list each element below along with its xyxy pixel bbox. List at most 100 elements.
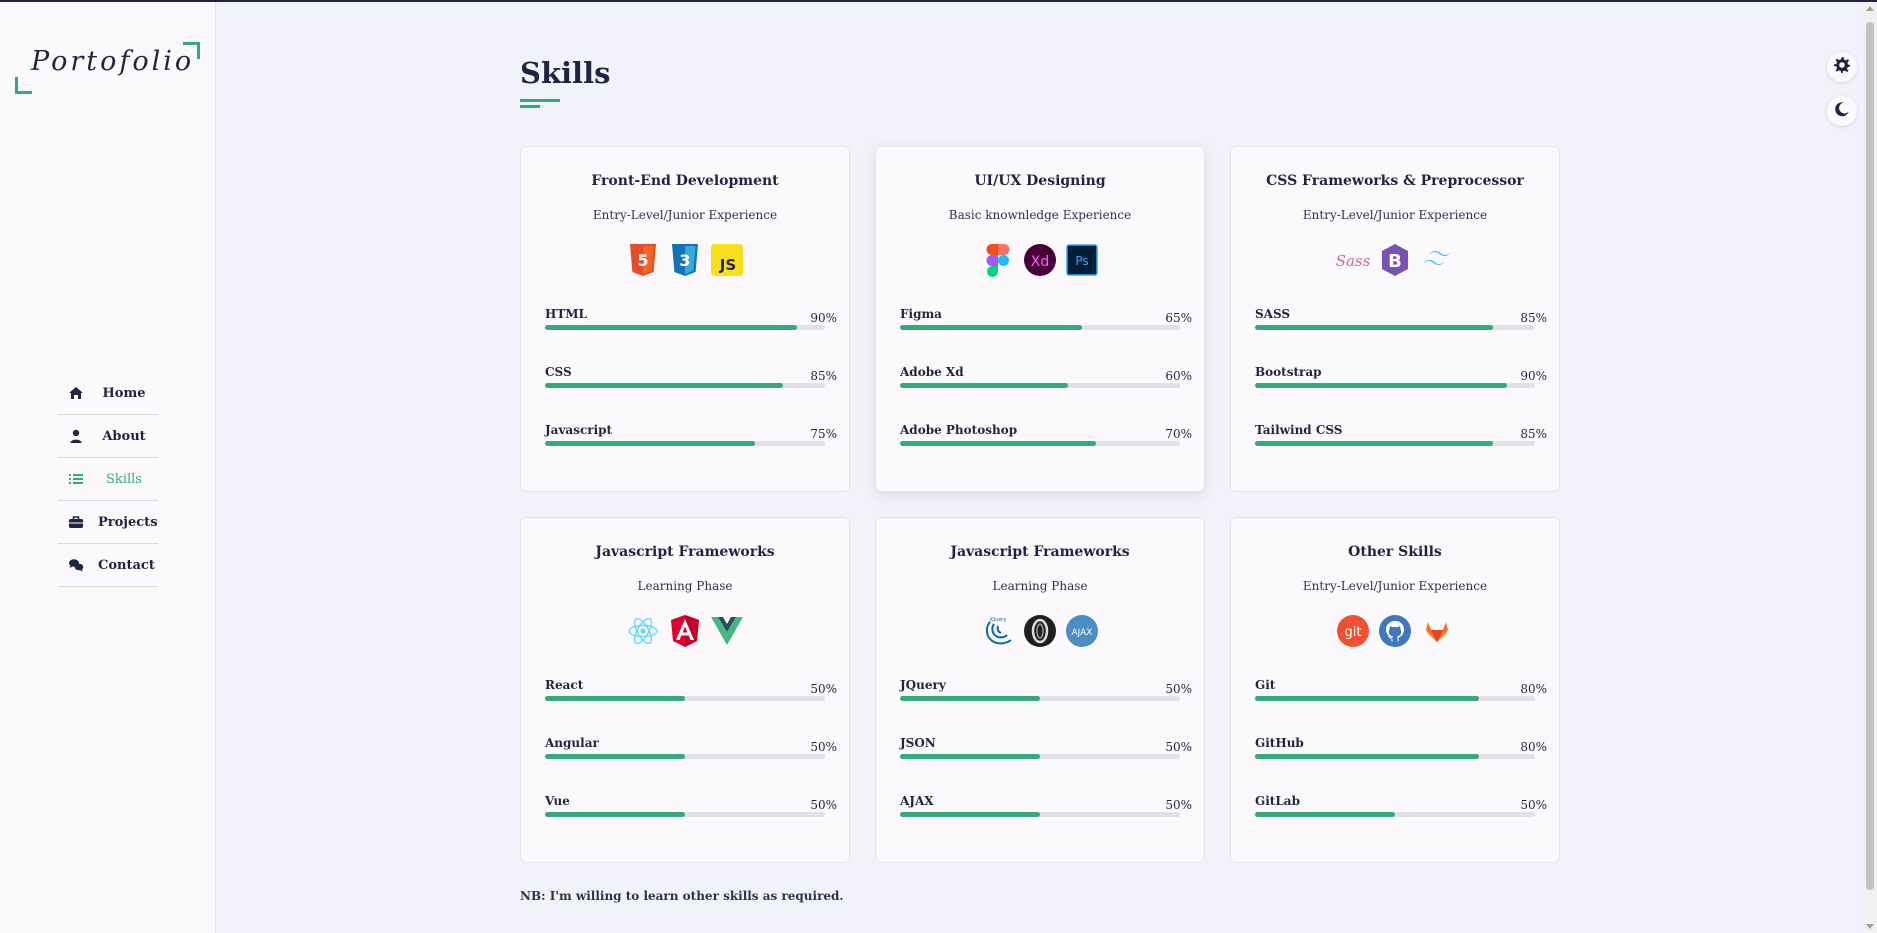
card-icons — [521, 614, 849, 648]
skill-bar — [900, 383, 1180, 388]
skill-bar-fill — [545, 696, 685, 701]
theme-toggle-button[interactable] — [1827, 96, 1857, 126]
skill-bar-fill — [545, 441, 755, 446]
skill-percent: 85% — [1520, 311, 1547, 325]
scrollbar-thumb[interactable] — [1866, 22, 1874, 890]
skill-card-js-frameworks: Javascript Frameworks Learning Phase Rea… — [520, 517, 850, 863]
skill-bar — [545, 754, 825, 759]
main-nav: Home About Skills Projects Contact — [58, 372, 158, 587]
skill-bar — [1255, 812, 1535, 817]
skill-percent: 50% — [1165, 740, 1192, 754]
skill-name: Adobe Photoshop — [900, 423, 1018, 437]
logo[interactable]: Portofolio — [15, 42, 200, 94]
skill-bar — [1255, 754, 1535, 759]
javascript-icon: JS — [710, 243, 744, 277]
skill-row: HTML 90% — [545, 307, 837, 347]
skill-bar — [900, 441, 1180, 446]
svg-text:AJAX: AJAX — [1072, 628, 1093, 638]
skill-bar — [1255, 325, 1535, 330]
skill-bar-fill — [900, 812, 1040, 817]
skill-name: GitLab — [1255, 794, 1300, 808]
scroll-up-arrow-icon[interactable] — [1866, 6, 1874, 11]
skill-bar — [900, 754, 1180, 759]
list-icon — [68, 471, 84, 487]
skill-bar-fill — [900, 441, 1096, 446]
sidebar: Portofolio Home About Skills Projects Co… — [0, 2, 216, 933]
card-subtitle: Learning Phase — [992, 579, 1088, 593]
skill-percent: 75% — [810, 427, 837, 441]
skill-card-front-end: Front-End Development Entry-Level/Junior… — [520, 146, 850, 492]
vue-icon — [710, 614, 744, 648]
title-underline-short — [520, 105, 540, 108]
svg-text:Ps: Ps — [1075, 254, 1088, 268]
briefcase-icon — [68, 514, 84, 530]
footnote: NB: I'm willing to learn other skills as… — [520, 889, 844, 903]
card-subtitle: Entry-Level/Junior Experience — [1302, 579, 1488, 593]
svg-text:3: 3 — [679, 251, 690, 270]
scroll-down-arrow-icon[interactable] — [1866, 924, 1874, 929]
nav-label-about: About — [102, 428, 146, 444]
skill-name: Javascript — [545, 423, 613, 437]
skill-bar — [545, 441, 825, 446]
photoshop-icon: Ps — [1065, 243, 1099, 277]
skill-row: JSON 50% — [900, 736, 1192, 776]
skill-name: Git — [1255, 678, 1276, 692]
figma-icon — [981, 243, 1015, 277]
skill-row: JQuery 50% — [900, 678, 1192, 718]
nav-item-projects[interactable]: Projects — [58, 501, 158, 544]
skill-name: Bootstrap — [1255, 365, 1322, 379]
skill-bar — [545, 383, 825, 388]
skill-name: JQuery — [900, 678, 946, 692]
skill-name: CSS — [545, 365, 572, 379]
skill-row: GitHub 80% — [1255, 736, 1547, 776]
skill-name: Angular — [545, 736, 599, 750]
card-subtitle: Learning Phase — [637, 579, 733, 593]
chat-icon — [68, 557, 84, 573]
css3-icon: 3 — [668, 243, 702, 277]
skill-bar-fill — [900, 383, 1068, 388]
skill-percent: 50% — [810, 740, 837, 754]
skill-card-ui-ux: UI/UX Designing Basic knownledge Experie… — [875, 146, 1205, 492]
skill-percent: 80% — [1520, 740, 1547, 754]
svg-text:B: B — [1388, 251, 1402, 272]
skill-percent: 50% — [1520, 798, 1547, 812]
home-icon — [68, 385, 84, 401]
nav-label-projects: Projects — [98, 514, 158, 530]
skill-row: Angular 50% — [545, 736, 837, 776]
skill-percent: 85% — [1520, 427, 1547, 441]
skill-bar-fill — [1255, 325, 1493, 330]
skill-row: AJAX 50% — [900, 794, 1192, 834]
skill-bar — [900, 812, 1180, 817]
tailwind-icon — [1420, 243, 1454, 277]
window-top-border — [0, 0, 1877, 2]
skill-row: React 50% — [545, 678, 837, 718]
skill-percent: 65% — [1165, 311, 1192, 325]
skill-percent: 50% — [1165, 682, 1192, 696]
skill-percent: 85% — [810, 369, 837, 383]
skill-percent: 90% — [1520, 369, 1547, 383]
nav-item-about[interactable]: About — [58, 415, 158, 458]
skill-name: SASS — [1255, 307, 1291, 321]
skill-row: Vue 50% — [545, 794, 837, 834]
nav-item-contact[interactable]: Contact — [58, 544, 158, 587]
svg-text:5: 5 — [637, 251, 648, 270]
skill-row: Git 80% — [1255, 678, 1547, 718]
skill-name: Tailwind CSS — [1255, 423, 1343, 437]
card-title: Front-End Development — [591, 173, 779, 189]
nav-item-skills[interactable]: Skills — [58, 458, 158, 501]
skill-percent: 50% — [1165, 798, 1192, 812]
card-icons: jQuery AJAX — [876, 614, 1204, 648]
skill-bar — [900, 325, 1180, 330]
svg-text:jQuery: jQuery — [989, 617, 1007, 623]
skill-bar-fill — [1255, 383, 1507, 388]
svg-text:JS: JS — [719, 256, 736, 274]
page-scrollbar[interactable] — [1863, 2, 1877, 933]
skill-bar-fill — [900, 754, 1040, 759]
card-icons: 5 3 JS — [521, 243, 849, 277]
skill-card-css-frameworks: CSS Frameworks & Preprocessor Entry-Leve… — [1230, 146, 1560, 492]
skill-row: CSS 85% — [545, 365, 837, 405]
settings-button[interactable] — [1827, 52, 1857, 82]
nav-item-home[interactable]: Home — [58, 372, 158, 415]
skill-name: React — [545, 678, 584, 692]
gear-icon — [1833, 56, 1851, 78]
